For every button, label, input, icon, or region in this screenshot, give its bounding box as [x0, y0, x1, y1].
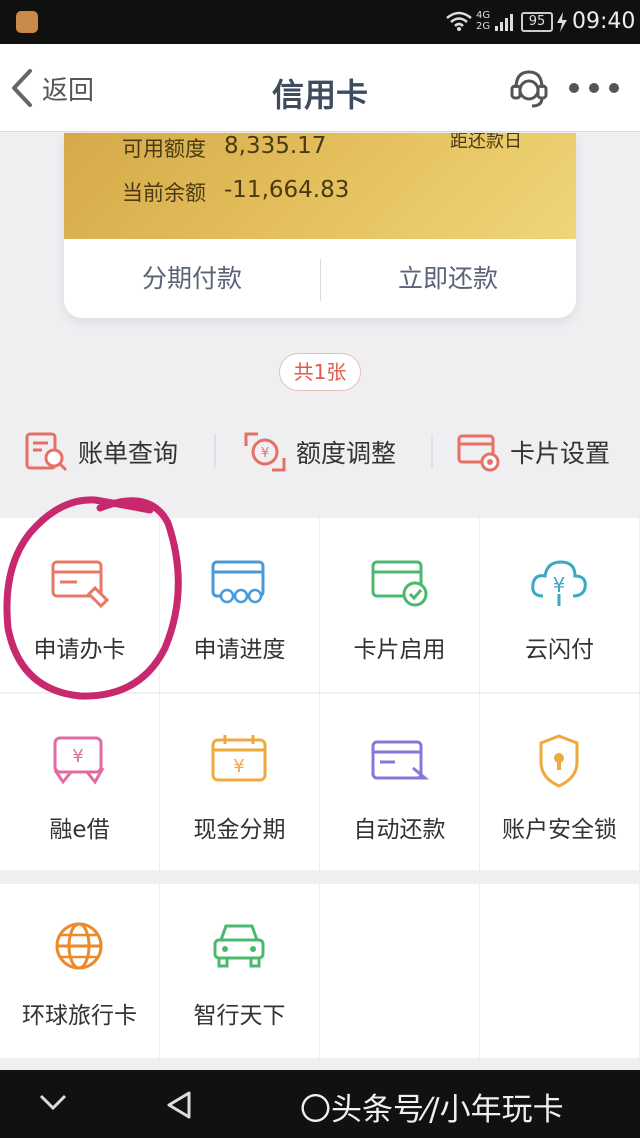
progress-card-icon [211, 560, 265, 604]
grid-item-travel-card[interactable]: 环球旅行卡 [0, 884, 159, 1058]
available-limit-label: 可用额度 [122, 137, 206, 161]
auto-repay-icon [371, 740, 430, 780]
globe-icon [55, 922, 103, 970]
current-balance-row: 当前余额 -11,664.83 [122, 177, 349, 207]
quick-actions: 账单查询 ¥ 额度调整 卡片设置 [0, 420, 640, 484]
grid-item-loan[interactable]: ¥ 融e借 [0, 694, 159, 870]
grid-label: 卡片启用 [353, 637, 446, 663]
quick-bill-search[interactable]: 账单查询 [24, 420, 178, 484]
card-count-badge: 共1张 [279, 353, 361, 391]
grid-label: 账户安全锁 [502, 817, 617, 843]
grid-item-auto-repay[interactable]: 自动还款 [320, 694, 479, 870]
chevron-down-icon[interactable] [38, 1092, 68, 1112]
system-nav-bar: 〇头条号⁄/小年玩卡 [0, 1070, 640, 1138]
cash-installment-icon: ¥ [211, 735, 267, 782]
grid-label: 申请进度 [193, 637, 286, 663]
quick-label: 额度调整 [296, 439, 397, 468]
installment-button[interactable]: 分期付款 [64, 239, 320, 318]
card-face: 距还款日 可用额度 8,335.17 当前余额 -11,664.83 [64, 133, 576, 239]
grid-item-progress[interactable]: 申请进度 [160, 518, 319, 692]
bill-search-icon [25, 432, 68, 472]
svg-text:¥: ¥ [72, 746, 83, 767]
due-date-label: 距还款日 [450, 133, 522, 152]
svg-text:¥: ¥ [553, 573, 566, 597]
available-limit-value: 8,335.17 [224, 133, 327, 159]
grid-label: 融e借 [49, 817, 110, 843]
quick-separator [214, 434, 216, 468]
wifi-icon [446, 11, 472, 31]
current-balance-label: 当前余额 [122, 181, 206, 205]
grid-label: 智行天下 [193, 1003, 286, 1029]
activate-card-icon [371, 560, 428, 607]
cloud-pay-icon: ¥ [531, 560, 587, 606]
grid-item-activate[interactable]: 卡片启用 [320, 518, 479, 692]
grid-label: 自动还款 [353, 817, 446, 843]
car-icon [213, 924, 265, 968]
clock: 09:40 [572, 9, 636, 34]
grid-item-empty [480, 884, 639, 1058]
more-icon[interactable] [568, 82, 620, 94]
grid-label: 申请办卡 [33, 637, 126, 663]
quick-separator [431, 434, 433, 468]
grid-item-smart-travel[interactable]: 智行天下 [160, 884, 319, 1058]
card-actions: 分期付款 立即还款 [64, 239, 576, 318]
quick-label: 卡片设置 [510, 439, 611, 468]
credit-card[interactable]: 距还款日 可用额度 8,335.17 当前余额 -11,664.83 分期付款 … [64, 133, 576, 318]
grid-item-security-lock[interactable]: 账户安全锁 [480, 694, 639, 870]
limit-adjust-icon: ¥ [244, 432, 286, 472]
loan-icon: ¥ [53, 736, 105, 785]
available-limit-row: 可用额度 8,335.17 [122, 133, 326, 163]
watermark-text: 〇头条号⁄/小年玩卡 [300, 1092, 564, 1128]
signal-icon [495, 14, 513, 31]
quick-card-settings[interactable]: 卡片设置 [456, 420, 610, 484]
svg-text:¥: ¥ [261, 446, 269, 461]
grid-label: 现金分期 [193, 817, 286, 843]
nav-bar: 返回 信用卡 [0, 44, 640, 132]
battery-indicator: 95 [521, 12, 553, 32]
quick-label: 账单查询 [78, 439, 179, 468]
grid-label: 环球旅行卡 [22, 1003, 137, 1029]
status-bar: 4G 2G 95 09:40 [0, 0, 640, 44]
current-balance-value: -11,664.83 [224, 177, 350, 203]
customer-service-icon[interactable] [508, 66, 550, 110]
grid-item-empty [320, 884, 479, 1058]
charging-icon [557, 12, 567, 32]
nav-back-icon[interactable] [165, 1090, 193, 1120]
svg-text:¥: ¥ [233, 756, 244, 777]
apply-card-icon [51, 560, 110, 609]
notification-app-icon [16, 11, 38, 33]
quick-limit-adjust[interactable]: ¥ 额度调整 [242, 420, 396, 484]
card-settings-icon [457, 434, 500, 472]
grid-item-apply-card[interactable]: 申请办卡 [0, 518, 159, 692]
security-lock-icon [539, 734, 579, 788]
network-type: 4G 2G [476, 10, 491, 32]
grid-item-cloud-pay[interactable]: ¥ 云闪付 [480, 518, 639, 692]
grid-label: 云闪付 [525, 637, 594, 663]
repay-now-button[interactable]: 立即还款 [320, 239, 576, 318]
grid-item-cash-installment[interactable]: ¥ 现金分期 [160, 694, 319, 870]
